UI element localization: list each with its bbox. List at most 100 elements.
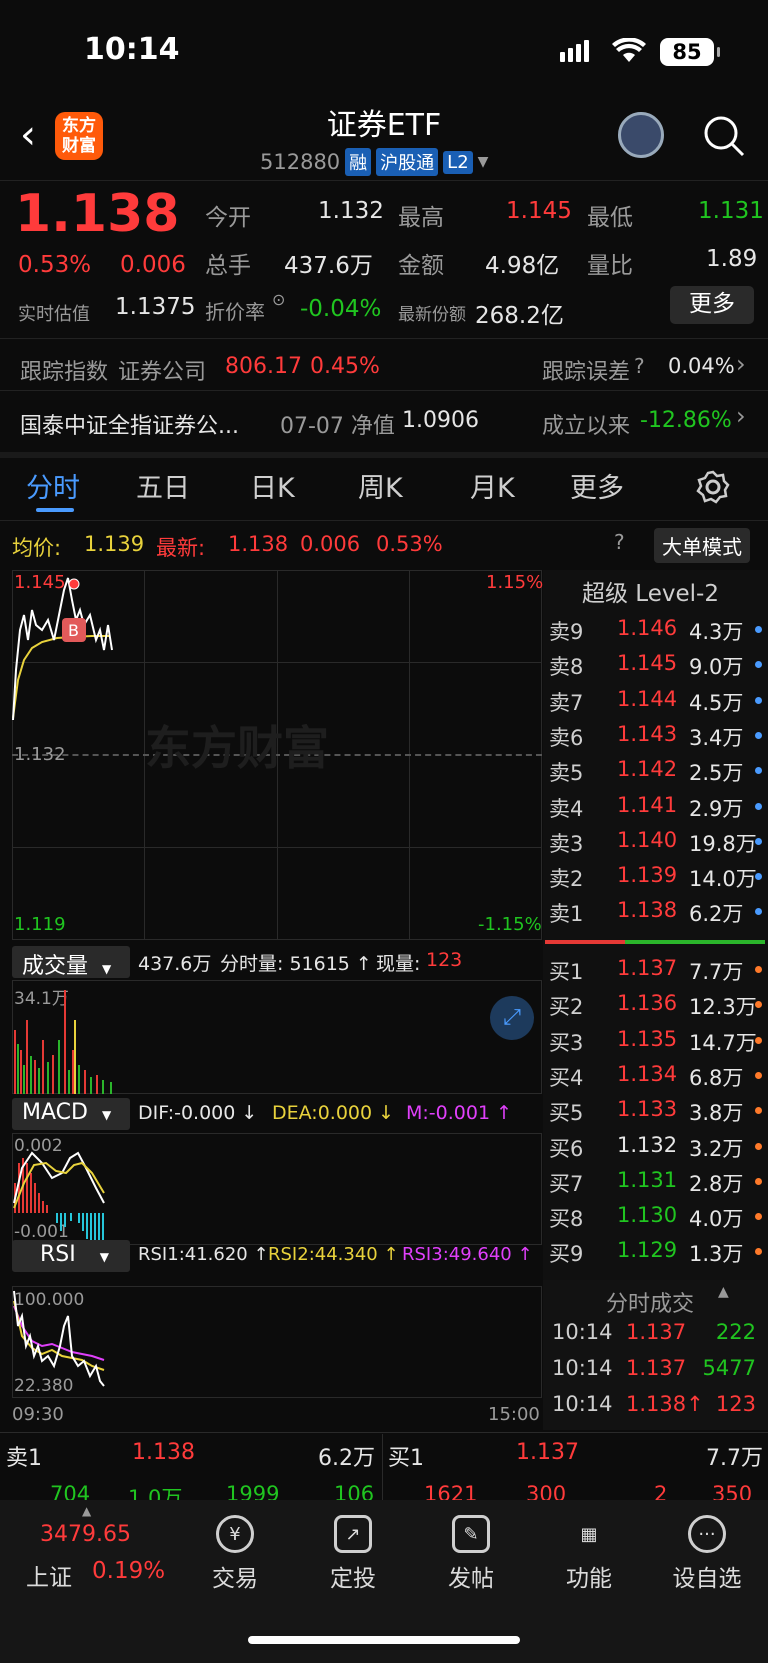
orderbook-title[interactable]: 超级 Level-2 xyxy=(582,574,719,608)
orderbook-volume: 3.8万 xyxy=(689,1101,744,1126)
price-axis-low: 1.119 xyxy=(14,914,66,935)
volume-indicator-select[interactable]: 成交量 ▼ xyxy=(12,946,130,979)
chevron-up-icon[interactable]: ▲ xyxy=(718,1284,729,1300)
orderbook-volume: 14.7万 xyxy=(689,1030,757,1055)
high-label: 最高 xyxy=(398,205,444,231)
trade-icon: ¥ xyxy=(216,1515,254,1553)
chevron-right-icon[interactable]: › xyxy=(736,350,746,378)
bid-row[interactable]: 买5 1.133 3.8万 xyxy=(543,1093,768,1128)
order-source-dot xyxy=(755,908,762,916)
orderbook-volume: 2.9万 xyxy=(689,796,744,821)
orderbook-price: 1.138 xyxy=(617,898,678,923)
tick-volume: 123 xyxy=(715,1392,756,1416)
rsi3-value: RSI3:49.640 ↑ xyxy=(402,1244,533,1265)
tab-five-day[interactable]: 五日 xyxy=(136,466,190,505)
search-icon[interactable] xyxy=(702,114,746,158)
ask-row[interactable]: 卖3 1.140 19.8万 xyxy=(543,824,768,859)
ticks-title[interactable]: 分时成交 xyxy=(606,1286,694,1318)
nav-invest-plan[interactable]: ↗ 定投 xyxy=(298,1515,408,1593)
macd-indicator-select[interactable]: MACD ▼ xyxy=(12,1098,130,1130)
expand-icon[interactable]: ⤢ xyxy=(490,996,534,1040)
orderbook-volume: 14.0万 xyxy=(689,867,757,892)
more-button[interactable]: 更多 xyxy=(670,286,754,324)
rsi2-value: RSI2:44.340 ↑ xyxy=(268,1244,399,1265)
nav-add-watchlist[interactable]: ··· 设自选 xyxy=(652,1515,762,1593)
orderbook-price: 1.145 xyxy=(617,651,678,676)
tab-more[interactable]: 更多 xyxy=(570,466,624,505)
bid-row[interactable]: 买4 1.134 6.8万 xyxy=(543,1058,768,1093)
volume-now-label: 现量: xyxy=(376,953,421,975)
track-error-label: 跟踪误差 xyxy=(542,360,631,385)
ask-bid-divider-green xyxy=(625,940,765,944)
tab-active-indicator xyxy=(36,508,74,512)
chevron-right-icon[interactable]: › xyxy=(736,402,746,430)
bid-row[interactable]: 买1 1.137 7.7万 xyxy=(543,952,768,987)
status-time: 10:14 xyxy=(84,32,180,67)
fund-name[interactable]: 国泰中证全指证券公... xyxy=(20,408,239,440)
home-indicator xyxy=(248,1636,520,1644)
ask-row[interactable]: 卖8 1.145 9.0万 xyxy=(543,647,768,682)
tab-daily-k[interactable]: 日K xyxy=(250,466,295,505)
nav-functions[interactable]: ▦ 功能 xyxy=(534,1515,644,1593)
est-label: 实时估值 xyxy=(18,304,90,325)
chevron-down-icon: ▼ xyxy=(477,154,489,170)
tab-weekly-k[interactable]: 周K xyxy=(358,466,403,505)
tick-time: 10:14 xyxy=(552,1356,613,1380)
pct-axis-low: -1.15% xyxy=(478,914,542,935)
tick-price: 1.138↑ xyxy=(626,1392,704,1416)
est-value: 1.1375 xyxy=(115,294,196,320)
avg-value: 1.139 xyxy=(84,532,145,556)
nav-post[interactable]: ✎ 发帖 xyxy=(416,1515,526,1593)
info-icon[interactable]: ⊙ xyxy=(272,290,285,309)
gear-icon[interactable] xyxy=(696,470,730,504)
sell1-volume: 6.2万 xyxy=(318,1446,375,1471)
stock-subtitle[interactable]: 512880 融 沪股通 L2 ▼ xyxy=(260,148,488,176)
dropdown-icon: ▼ xyxy=(102,962,112,976)
orderbook-price: 1.144 xyxy=(617,686,678,711)
bid-row[interactable]: 买7 1.131 2.8万 xyxy=(543,1164,768,1199)
dropdown-icon: ▼ xyxy=(101,1108,112,1122)
order-source-dot xyxy=(755,1142,762,1150)
low-label: 最低 xyxy=(587,205,633,231)
bid-row[interactable]: 买9 1.129 1.3万 xyxy=(543,1234,768,1269)
tick-price: 1.137 xyxy=(626,1320,687,1344)
bid-row[interactable]: 买6 1.132 3.2万 xyxy=(543,1129,768,1164)
price-chg: 0.006 xyxy=(120,252,186,278)
ask-row[interactable]: 卖4 1.141 2.9万 xyxy=(543,789,768,824)
help-icon[interactable]: ? xyxy=(614,530,625,554)
orderbook-level: 买4 xyxy=(549,1065,584,1090)
ask-row[interactable]: 卖5 1.142 2.5万 xyxy=(543,753,768,788)
bid-row[interactable]: 买8 1.130 4.0万 xyxy=(543,1199,768,1234)
orderbook-level: 买2 xyxy=(549,995,584,1020)
robot-assistant-icon[interactable] xyxy=(618,112,664,158)
ask-row[interactable]: 卖7 1.144 4.5万 xyxy=(543,683,768,718)
help-icon[interactable]: ? xyxy=(634,354,645,378)
bid-row[interactable]: 买3 1.135 14.7万 xyxy=(543,1023,768,1058)
edit-icon: ✎ xyxy=(452,1515,490,1553)
open-label: 今开 xyxy=(205,205,251,231)
nav-trade[interactable]: ¥ 交易 xyxy=(180,1515,290,1593)
orderbook-level: 卖7 xyxy=(549,690,584,715)
ask-row[interactable]: 卖1 1.138 6.2万 xyxy=(543,894,768,929)
price-pct: 0.53% xyxy=(18,252,92,278)
orderbook-level: 买3 xyxy=(549,1030,584,1055)
tab-monthly-k[interactable]: 月K xyxy=(470,466,515,505)
orderbook-price: 1.142 xyxy=(617,757,678,782)
chevron-up-icon[interactable]: ▲ xyxy=(82,1504,91,1518)
orderbook-level: 卖1 xyxy=(549,902,584,927)
rsi1-line xyxy=(13,1290,105,1387)
orderbook-volume: 1.3万 xyxy=(689,1242,744,1267)
orderbook-price: 1.139 xyxy=(617,863,678,888)
more-dots-icon: ··· xyxy=(688,1515,726,1553)
ask-row[interactable]: 卖6 1.143 3.4万 xyxy=(543,718,768,753)
orderbook-level: 卖6 xyxy=(549,725,584,750)
rsi-indicator-select[interactable]: RSI ▼ xyxy=(12,1240,130,1272)
track-index-name[interactable]: 证券公司 xyxy=(118,354,206,386)
track-index-value: 806.17 xyxy=(225,354,302,379)
tab-intraday[interactable]: 分时 xyxy=(26,466,80,505)
ask-row[interactable]: 卖2 1.139 14.0万 xyxy=(543,859,768,894)
index-value[interactable]: 3479.65 xyxy=(40,1522,131,1547)
bid-row[interactable]: 买2 1.136 12.3万 xyxy=(543,987,768,1022)
big-order-mode-button[interactable]: 大单模式 xyxy=(654,528,750,563)
ask-row[interactable]: 卖9 1.146 4.3万 xyxy=(543,612,768,647)
